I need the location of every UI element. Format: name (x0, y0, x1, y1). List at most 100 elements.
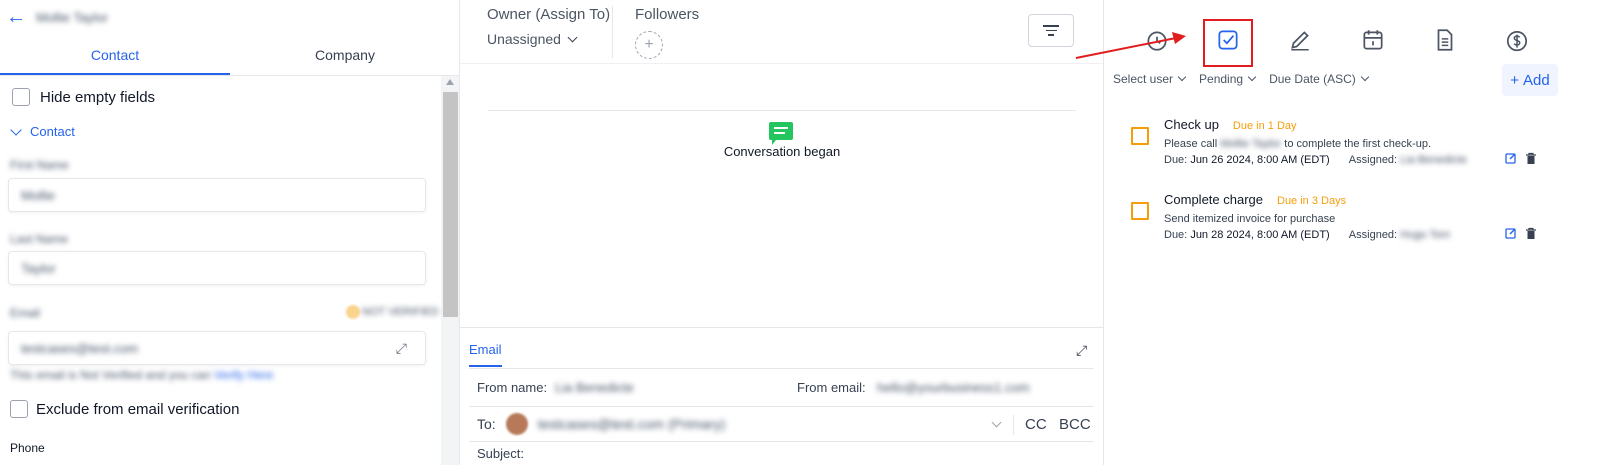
hide-empty-fields-label: Hide empty fields (40, 88, 156, 106)
task-meta: Due: Jun 28 2024, 8:00 AM (EDT) Assigned… (1164, 229, 1451, 241)
tab-email[interactable]: Email (469, 342, 502, 367)
owner-label: Owner (Assign To) (487, 6, 611, 23)
divider (488, 110, 1076, 111)
owner-selector[interactable]: Owner (Assign To) Unassigned (487, 6, 611, 47)
last-name-value: Taylor (21, 260, 56, 276)
owner-value: Unassigned (487, 31, 561, 47)
email-verify-note: This email is Not Verified and you can V… (10, 368, 273, 382)
activity-panel: Select user Pending Due Date (ASC) + Add… (1104, 0, 1600, 465)
tab-contact[interactable]: Contact (0, 40, 230, 75)
filter-icon (1043, 25, 1059, 27)
add-follower-button[interactable]: + (635, 31, 663, 59)
arrow-left-icon[interactable]: ← (6, 7, 26, 27)
task-actions (1505, 227, 1537, 240)
email-verification-badge: NOT VERIFIED (346, 305, 439, 319)
trash-icon[interactable] (1525, 227, 1537, 240)
to-label: To: (477, 416, 496, 432)
task-due-date: Jun 26 2024, 8:00 AM (EDT) (1190, 154, 1330, 166)
chevron-down-icon (1360, 72, 1370, 82)
scroll-up-arrow-icon[interactable] (446, 79, 454, 85)
status-label: Pending (1199, 72, 1244, 86)
last-name-label: Last Name (10, 232, 69, 246)
add-task-label: Add (1523, 71, 1550, 89)
warning-icon (346, 305, 360, 319)
filter-button[interactable] (1028, 14, 1074, 47)
task-assignee: Lia Benedicte (1400, 154, 1467, 166)
collapse-icon[interactable]: ⤢ (1076, 342, 1087, 359)
sort-dropdown[interactable]: Due Date (ASC) (1269, 72, 1370, 86)
task-due-date: Jun 28 2024, 8:00 AM (EDT) (1190, 229, 1330, 241)
chat-icon (769, 122, 793, 145)
chevron-down-icon (10, 123, 22, 136)
from-email-value[interactable]: hello@yourbusiness1.com (877, 380, 1030, 395)
chevron-down-icon (1177, 72, 1187, 82)
select-user-label: Select user (1113, 72, 1174, 86)
divider (1013, 415, 1014, 435)
edit-icon[interactable] (1505, 152, 1517, 164)
task-description: Send itemized invoice for purchase (1164, 213, 1336, 225)
scrollbar[interactable] (441, 76, 459, 465)
from-name-value[interactable]: Lia Benedicte (555, 380, 634, 395)
avatar (505, 413, 528, 435)
email-composer: Email ⤢ From name: Lia Benedicte From em… (460, 327, 1103, 465)
conversation-began-text: Conversation began (723, 144, 841, 159)
scrollbar-thumb[interactable] (443, 92, 458, 317)
chevron-down-icon (1247, 72, 1257, 82)
subject-label: Subject: (477, 446, 524, 461)
contact-section-toggle[interactable]: Contact (10, 123, 75, 139)
document-icon[interactable] (1432, 26, 1458, 54)
cc-button[interactable]: CC (1025, 416, 1047, 433)
clock-icon[interactable] (1144, 26, 1170, 54)
email-badge-text: NOT VERIFIED (362, 306, 439, 318)
select-user-dropdown[interactable]: Select user (1113, 72, 1187, 86)
to-row: To: testcases@test.com (Primary) CC BCC (469, 406, 1094, 442)
task-complete-checkbox[interactable] (1131, 127, 1149, 145)
exclude-verification-row: Exclude from email verification (10, 400, 239, 418)
plus-icon: + (1510, 71, 1520, 89)
chevron-down-icon (567, 32, 578, 42)
hide-empty-fields-checkbox[interactable] (12, 88, 30, 106)
hide-empty-fields-row: Hide empty fields (12, 88, 155, 106)
contact-name: Mollie Taylor (36, 9, 109, 25)
dollar-icon[interactable] (1504, 26, 1530, 54)
contact-details-panel: ← Mollie Taylor Contact Company Hide emp… (0, 0, 460, 465)
chevron-down-icon[interactable] (991, 417, 1002, 427)
tab-company[interactable]: Company (230, 40, 459, 75)
trash-icon[interactable] (1525, 152, 1537, 165)
edit-icon[interactable] (1505, 227, 1517, 239)
email-verify-note-text: This email is Not Verified and you can (10, 368, 211, 382)
bcc-button[interactable]: BCC (1059, 416, 1091, 433)
email-label: Email (10, 306, 41, 320)
task-title[interactable]: Check up (1164, 117, 1219, 132)
task-complete-checkbox[interactable] (1131, 202, 1149, 220)
expand-icon[interactable]: ⤢ (396, 340, 407, 357)
contact-tabs: Contact Company (0, 40, 459, 76)
owner-dropdown[interactable]: Unassigned (487, 31, 611, 47)
divider (612, 6, 613, 58)
sort-label: Due Date (ASC) (1269, 72, 1356, 86)
from-name-label: From name: (477, 380, 548, 395)
conversation-panel: Owner (Assign To) Unassigned Followers +… (460, 0, 1104, 465)
verify-here-link[interactable]: Verify Here (214, 368, 273, 382)
email-value: testcases@test.com (21, 340, 139, 356)
last-name-field[interactable]: Taylor (8, 251, 426, 285)
calendar-icon[interactable] (1360, 26, 1386, 54)
task-filters: Select user Pending Due Date (ASC) (1113, 72, 1382, 86)
divider (460, 63, 1103, 64)
followers-label: Followers (635, 6, 700, 23)
status-dropdown[interactable]: Pending (1199, 72, 1257, 86)
add-task-button[interactable]: + Add (1502, 64, 1558, 96)
first-name-field[interactable]: Mollie (8, 178, 426, 212)
contact-section-label: Contact (30, 124, 75, 139)
from-row: From name: Lia Benedicte From email: hel… (469, 368, 1094, 406)
task-due-badge: Due in 3 Days (1277, 195, 1347, 207)
task-assignee: Hugo Tom (1400, 229, 1451, 241)
task-title[interactable]: Complete charge (1164, 192, 1263, 207)
to-recipient[interactable]: testcases@test.com (Primary) (538, 416, 726, 432)
task-due-badge: Due in 1 Day (1232, 120, 1297, 132)
annotation-highlight-box (1203, 19, 1253, 67)
pencil-icon[interactable] (1287, 26, 1313, 54)
exclude-verification-checkbox[interactable] (10, 400, 28, 418)
contact-header: ← Mollie Taylor (0, 0, 459, 34)
email-field[interactable]: testcases@test.com ⤢ (8, 331, 426, 365)
